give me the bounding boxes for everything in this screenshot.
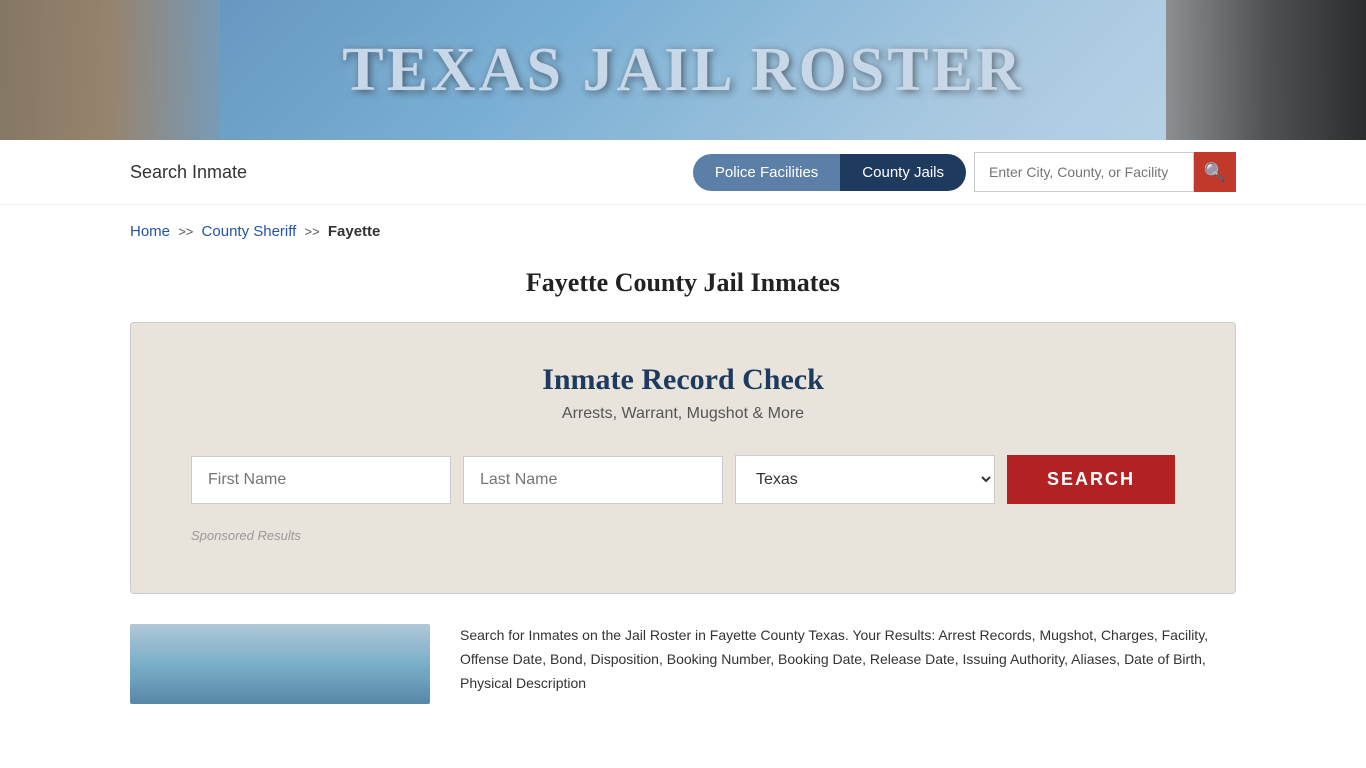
nav-brand: Search Inmate — [130, 162, 693, 183]
tab-police-facilities[interactable]: Police Facilities — [693, 154, 840, 191]
facility-search-container: 🔍 — [974, 152, 1236, 192]
facility-search-input[interactable] — [974, 152, 1194, 192]
breadcrumb-current: Fayette — [328, 223, 381, 240]
breadcrumb-home[interactable]: Home — [130, 223, 170, 240]
state-select[interactable]: AlabamaAlaskaArizonaArkansasCaliforniaCo… — [735, 455, 995, 504]
last-name-input[interactable] — [463, 456, 723, 504]
first-name-input[interactable] — [191, 456, 451, 504]
breadcrumb: Home >> County Sheriff >> Fayette — [0, 205, 1366, 250]
record-check-title: Inmate Record Check — [191, 363, 1175, 397]
record-search-button[interactable]: SEARCH — [1007, 455, 1175, 504]
capitol-image — [0, 0, 220, 140]
bottom-image — [130, 624, 430, 704]
bottom-description: Search for Inmates on the Jail Roster in… — [460, 624, 1236, 704]
sponsored-text: Sponsored Results — [191, 528, 1175, 543]
nav-tabs: Police Facilities County Jails — [693, 154, 966, 191]
record-check-form: AlabamaAlaskaArizonaArkansasCaliforniaCo… — [191, 455, 1175, 504]
record-check-subtitle: Arrests, Warrant, Mugshot & More — [191, 405, 1175, 423]
page-title: Fayette County Jail Inmates — [0, 250, 1366, 322]
jail-image — [1166, 0, 1366, 140]
tab-county-jails[interactable]: County Jails — [840, 154, 966, 191]
bottom-section: Search for Inmates on the Jail Roster in… — [130, 624, 1236, 704]
site-title: Texas Jail Roster — [342, 35, 1024, 106]
header-banner: Texas Jail Roster — [0, 0, 1366, 140]
facility-search-button[interactable]: 🔍 — [1194, 152, 1236, 192]
record-check-box: Inmate Record Check Arrests, Warrant, Mu… — [130, 322, 1236, 594]
breadcrumb-sep2: >> — [305, 224, 320, 239]
breadcrumb-sheriff[interactable]: County Sheriff — [202, 223, 297, 240]
breadcrumb-sep1: >> — [178, 224, 193, 239]
navbar: Search Inmate Police Facilities County J… — [0, 140, 1366, 205]
search-icon: 🔍 — [1204, 162, 1226, 183]
